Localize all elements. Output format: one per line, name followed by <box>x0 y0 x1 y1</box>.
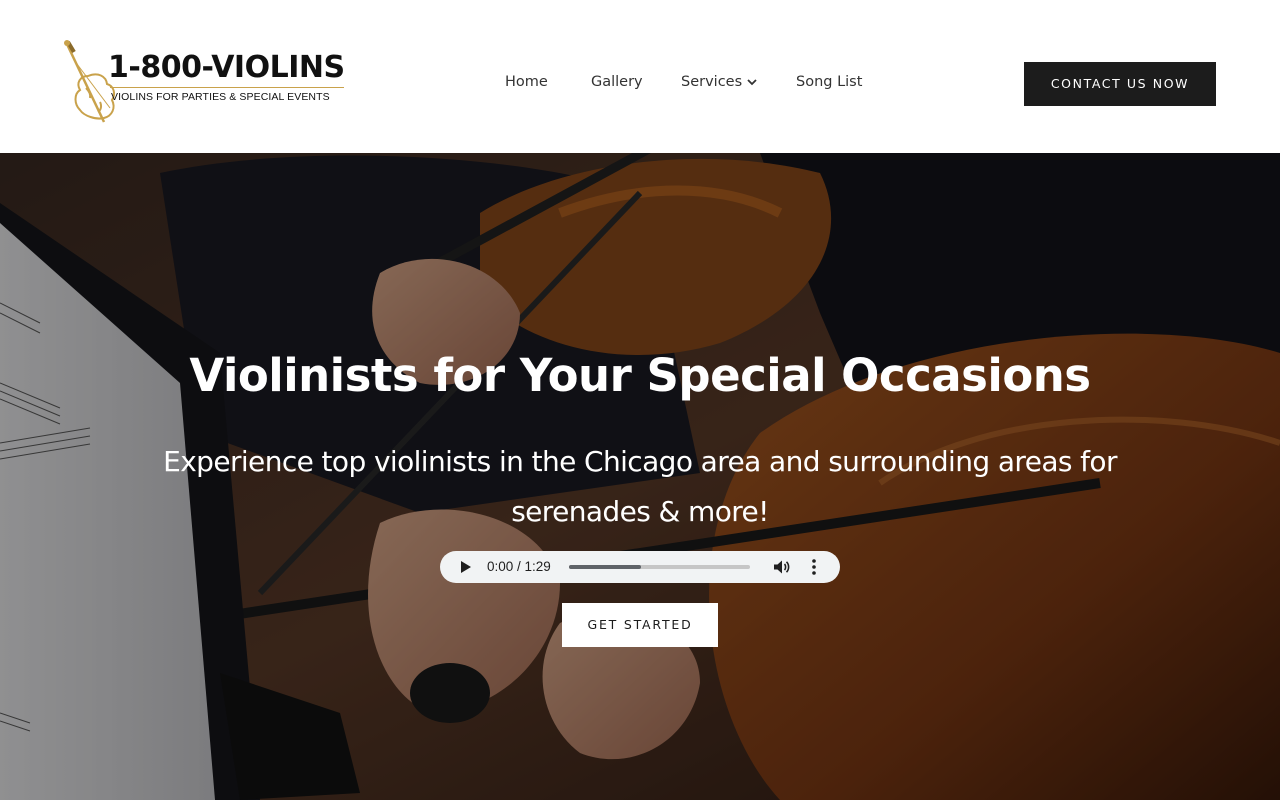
get-started-button[interactable]: GET STARTED <box>562 603 718 647</box>
site-header: 1-800-VIOLINS VIOLINS FOR PARTIES & SPEC… <box>0 0 1280 153</box>
audio-time: 0:00 / 1:29 <box>487 559 551 574</box>
chevron-down-icon <box>747 79 757 86</box>
nav-gallery[interactable]: Gallery <box>591 74 643 90</box>
more-vertical-icon[interactable] <box>808 558 820 576</box>
play-icon[interactable] <box>460 560 472 574</box>
volume-icon[interactable] <box>772 558 790 576</box>
nav-song-list[interactable]: Song List <box>796 74 862 90</box>
audio-seek-bar[interactable] <box>569 565 750 569</box>
nav-services-label: Services <box>681 74 743 90</box>
nav-services[interactable]: Services <box>681 74 758 90</box>
hero-subtitle: Experience top violinists in the Chicago… <box>163 445 1117 528</box>
nav-home[interactable]: Home <box>505 74 548 90</box>
audio-player[interactable]: 0:00 / 1:29 <box>440 551 840 583</box>
brand-tagline: VIOLINS FOR PARTIES & SPECIAL EVENTS <box>111 91 330 103</box>
hero-title: Violinists for Your Special Occasions <box>189 349 1091 402</box>
audio-buffered-fill <box>569 565 642 569</box>
hero-section: Violinists for Your Special Occasions Ex… <box>0 153 1280 800</box>
site-logo[interactable]: 1-800-VIOLINS VIOLINS FOR PARTIES & SPEC… <box>62 38 347 130</box>
contact-us-button[interactable]: CONTACT US NOW <box>1024 62 1216 106</box>
brand-name: 1-800-VIOLINS <box>108 50 345 85</box>
logo-divider <box>110 87 344 88</box>
